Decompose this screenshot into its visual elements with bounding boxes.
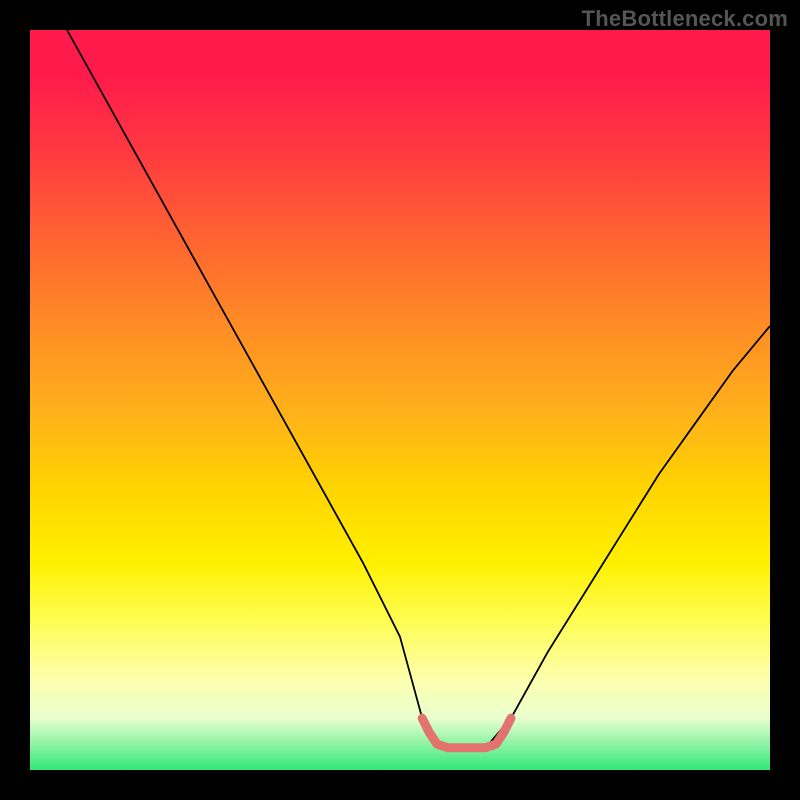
curve-layer: [30, 30, 770, 770]
chart-stage: TheBottleneck.com: [0, 0, 800, 800]
plot-area: [30, 30, 770, 770]
watermark-text: TheBottleneck.com: [582, 6, 788, 32]
bottleneck-curve: [67, 30, 770, 748]
